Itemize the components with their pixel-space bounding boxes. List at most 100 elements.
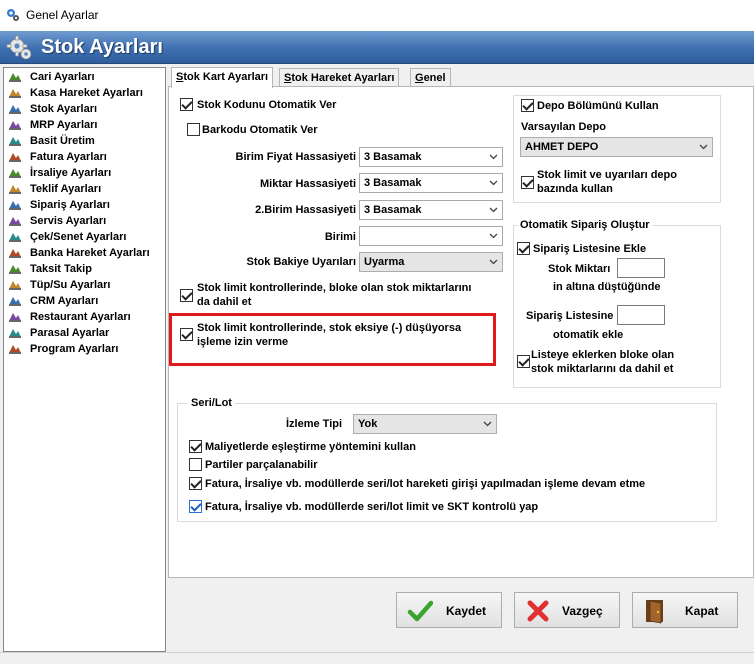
sidebar-item-label: Parasal Ayarlar <box>30 327 110 339</box>
tracking-type-select[interactable]: Yok <box>353 414 497 434</box>
sidebar-item-label: Program Ayarları <box>30 343 119 355</box>
select-value: 3 Basamak <box>364 204 422 216</box>
sidebar-item[interactable]: Stok Ayarları <box>8 101 97 117</box>
depot-based-label-line2: bazında kullan <box>537 183 613 195</box>
unit-price-precision-select[interactable]: 3 Basamak <box>359 147 503 167</box>
use-depot-checkbox[interactable] <box>521 99 534 112</box>
sidebar-item-label: MRP Ayarları <box>30 119 98 131</box>
tab-general[interactable]: Genel <box>410 68 451 88</box>
tree-node-icon <box>9 345 21 354</box>
auto-barcode-checkbox[interactable] <box>187 123 200 136</box>
auto-code-checkbox[interactable] <box>180 98 193 111</box>
tree-node-icon <box>9 153 21 162</box>
sidebar-item[interactable]: Kasa Hareket Ayarları <box>8 85 143 101</box>
sidebar-item[interactable]: Parasal Ayarlar <box>8 325 109 341</box>
unit2-precision-label: 2.Birim Hassasiyeti <box>255 204 356 216</box>
include-blocked-label-line2: stok miktarlarını da dahil et <box>531 363 674 375</box>
save-button[interactable]: Kaydet <box>396 592 502 628</box>
tree-node-icon <box>9 265 21 274</box>
depot-based-checkbox[interactable] <box>521 176 534 189</box>
unit-select[interactable] <box>359 226 503 246</box>
tree-node-icon <box>9 121 21 130</box>
balance-warning-label: Stok Bakiye Uyarıları <box>246 256 356 268</box>
tree-node-icon <box>9 281 21 290</box>
chevron-down-icon <box>489 154 498 160</box>
unit-label: Birimi <box>324 231 356 243</box>
tree-node-icon <box>9 185 21 194</box>
sidebar-item[interactable]: Banka Hareket Ayarları <box>8 245 150 261</box>
sidebar-item-label: Kasa Hareket Ayarları <box>30 87 143 99</box>
add-to-order-list-checkbox[interactable] <box>517 242 530 255</box>
sidebar-item-label: Çek/Senet Ayarları <box>30 231 127 243</box>
sidebar-item[interactable]: İrsaliye Ayarları <box>8 165 111 181</box>
sidebar-item-label: CRM Ayarları <box>30 295 99 307</box>
limit-negative-checkbox[interactable] <box>180 328 193 341</box>
window-titlebar: Genel Ayarlar <box>0 0 754 31</box>
use-depot-label: Depo Bölümünü Kullan <box>537 100 659 112</box>
sidebar-item-label: Taksit Takip <box>30 263 92 275</box>
tree-node-icon <box>9 297 21 306</box>
sidebar-item[interactable]: Teklif Ayarları <box>8 181 101 197</box>
tab-stock-card[interactable]: Stok Kart Ayarları <box>171 67 274 88</box>
quantity-precision-select[interactable]: 3 Basamak <box>359 173 503 193</box>
tree-node-icon <box>9 233 21 242</box>
split-batches-checkbox[interactable] <box>189 458 202 471</box>
default-depot-select[interactable]: AHMET DEPO <box>520 137 713 157</box>
select-value: 3 Basamak <box>364 177 422 189</box>
stock-qty-label: Stok Miktarı <box>548 263 611 275</box>
gear-icon <box>6 35 32 60</box>
order-list-label: Sipariş Listesine <box>526 310 614 322</box>
sidebar-item[interactable]: Çek/Senet Ayarları <box>8 229 126 245</box>
chevron-down-icon <box>483 421 492 427</box>
close-button[interactable]: Kapat <box>632 592 738 628</box>
sidebar-item[interactable]: Basit Üretim <box>8 133 95 149</box>
sidebar-item[interactable]: Tüp/Su Ayarları <box>8 277 110 293</box>
sidebar-item[interactable]: CRM Ayarları <box>8 293 98 309</box>
tree-node-icon <box>9 201 21 210</box>
unit2-precision-select[interactable]: 3 Basamak <box>359 200 503 220</box>
auto-code-label: Stok Kodunu Otomatik Ver <box>197 99 337 111</box>
tree-node-icon <box>9 137 21 146</box>
chevron-down-icon <box>489 180 498 186</box>
sidebar-item[interactable]: Restaurant Ayarları <box>8 309 131 325</box>
add-to-order-list-label: Sipariş Listesine Ekle <box>533 243 647 255</box>
split-batches-label: Partiler parçalanabilir <box>205 459 318 471</box>
sidebar-item[interactable]: Sipariş Ayarları <box>8 197 110 213</box>
stock-qty-label-2: in altına düştüğünde <box>553 281 661 293</box>
sidebar-item-label: Banka Hareket Ayarları <box>30 247 150 259</box>
sidebar-item[interactable]: Program Ayarları <box>8 341 118 357</box>
sidebar-item[interactable]: MRP Ayarları <box>8 117 97 133</box>
tab-label: tok Kart Ayarları <box>183 71 269 83</box>
sidebar-item-label: Tüp/Su Ayarları <box>30 279 111 291</box>
sidebar-item[interactable]: Taksit Takip <box>8 261 92 277</box>
continue-without-checkbox[interactable] <box>189 477 202 490</box>
page-title: Stok Ayarları <box>41 36 163 58</box>
default-depot-label: Varsayılan Depo <box>521 121 606 133</box>
balance-warning-select[interactable]: Uyarma <box>359 252 503 272</box>
tree-node-icon <box>9 169 21 178</box>
tracking-type-label: İzleme Tipi <box>286 418 343 430</box>
door-exit-icon <box>646 600 663 624</box>
sidebar-item-label: İrsaliye Ayarları <box>30 167 112 179</box>
stock-qty-input[interactable] <box>617 258 665 278</box>
serial-lot-title: Seri/Lot <box>188 397 235 409</box>
sidebar-item[interactable]: Cari Ayarları <box>8 69 95 85</box>
sidebar-item[interactable]: Servis Ayarları <box>8 213 106 229</box>
settings-tree[interactable]: Cari Ayarları Kasa Hareket Ayarları Stok A… <box>3 67 166 652</box>
tree-node-icon <box>9 73 21 82</box>
cost-matching-checkbox[interactable] <box>189 440 202 453</box>
sidebar-item-label: Stok Ayarları <box>30 103 98 115</box>
cancel-button[interactable]: Vazgeç <box>514 592 620 628</box>
tab-stock-movement[interactable]: Stok Hareket Ayarları <box>279 68 400 88</box>
tree-node-icon <box>9 329 21 338</box>
select-value: Yok <box>358 418 378 430</box>
limit-skt-label: Fatura, İrsaliye vb. modüllerde seri/lot… <box>205 501 539 513</box>
limit-skt-checkbox[interactable] <box>189 500 202 513</box>
app-icon <box>7 9 19 21</box>
sidebar-item[interactable]: Fatura Ayarları <box>8 149 107 165</box>
include-blocked-checkbox[interactable] <box>517 355 530 368</box>
limit-blocked-checkbox[interactable] <box>180 289 193 302</box>
checkmark-icon <box>407 600 433 622</box>
order-list-input[interactable] <box>617 305 665 325</box>
limit-blocked-label-line1: Stok limit kontrollerinde, bloke olan st… <box>197 282 472 294</box>
